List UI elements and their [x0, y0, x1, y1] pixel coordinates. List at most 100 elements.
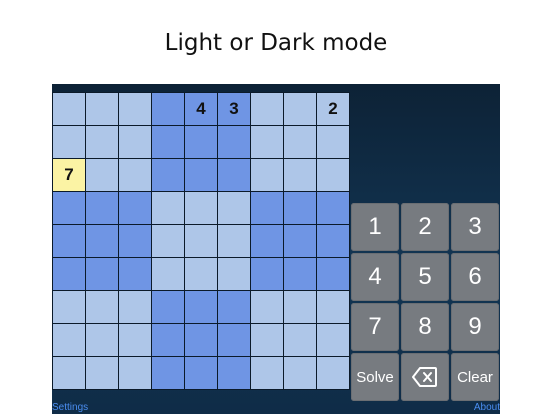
- board-cell[interactable]: [86, 192, 118, 224]
- board-cell[interactable]: [53, 357, 85, 389]
- board-cell[interactable]: [317, 192, 349, 224]
- board-cell[interactable]: [119, 291, 151, 323]
- board-cell[interactable]: [53, 192, 85, 224]
- board-cell[interactable]: [53, 291, 85, 323]
- board-cell[interactable]: [86, 126, 118, 158]
- board-cell[interactable]: [185, 258, 217, 290]
- key-3[interactable]: 3: [451, 203, 499, 251]
- board-cell[interactable]: [284, 159, 316, 191]
- board-cell[interactable]: [218, 291, 250, 323]
- key-6[interactable]: 6: [451, 253, 499, 301]
- board-cell[interactable]: [251, 291, 283, 323]
- solve-button[interactable]: Solve: [351, 353, 399, 401]
- board-cell[interactable]: [218, 324, 250, 356]
- board-cell[interactable]: [152, 225, 184, 257]
- board-cell[interactable]: [317, 258, 349, 290]
- board-cell[interactable]: [317, 126, 349, 158]
- board-cell[interactable]: [119, 357, 151, 389]
- board-cell[interactable]: [218, 126, 250, 158]
- board-cell[interactable]: [284, 126, 316, 158]
- board-cell[interactable]: [86, 291, 118, 323]
- board-cell[interactable]: [119, 126, 151, 158]
- board-cell[interactable]: [152, 93, 184, 125]
- board-cell[interactable]: [185, 357, 217, 389]
- board-cell[interactable]: 4: [185, 93, 217, 125]
- board-cell[interactable]: [86, 324, 118, 356]
- board-cell[interactable]: 2: [317, 93, 349, 125]
- board-cell[interactable]: [251, 225, 283, 257]
- board-cell[interactable]: [284, 357, 316, 389]
- board-cell[interactable]: [86, 93, 118, 125]
- board-cell[interactable]: [185, 225, 217, 257]
- board-cell[interactable]: [185, 324, 217, 356]
- board-cell[interactable]: [152, 159, 184, 191]
- key-8[interactable]: 8: [401, 303, 449, 351]
- board-cell[interactable]: [251, 126, 283, 158]
- clear-button[interactable]: Clear: [451, 353, 499, 401]
- board-cell[interactable]: [53, 324, 85, 356]
- board-cell[interactable]: [317, 324, 349, 356]
- board-cell[interactable]: [218, 225, 250, 257]
- sudoku-app: 4327 1 2 3 4 5 6 7 8 9 Solve Clear Setti…: [52, 84, 500, 414]
- board-cell[interactable]: [284, 291, 316, 323]
- board-cell[interactable]: [152, 192, 184, 224]
- delete-button[interactable]: [401, 353, 449, 401]
- board-cell[interactable]: [251, 357, 283, 389]
- board-cell[interactable]: [119, 258, 151, 290]
- board-cell[interactable]: [284, 192, 316, 224]
- board-cell[interactable]: [152, 126, 184, 158]
- board-cell[interactable]: [218, 258, 250, 290]
- key-7[interactable]: 7: [351, 303, 399, 351]
- key-5[interactable]: 5: [401, 253, 449, 301]
- board-cell[interactable]: [251, 93, 283, 125]
- page-headline: Light or Dark mode: [164, 30, 388, 56]
- key-1[interactable]: 1: [351, 203, 399, 251]
- board-cell[interactable]: [218, 159, 250, 191]
- board-cell[interactable]: [218, 192, 250, 224]
- key-2[interactable]: 2: [401, 203, 449, 251]
- board-cell[interactable]: [185, 192, 217, 224]
- board-cell[interactable]: [86, 357, 118, 389]
- board-cell[interactable]: [86, 258, 118, 290]
- board-cell[interactable]: [119, 324, 151, 356]
- board-cell[interactable]: [317, 159, 349, 191]
- board-cell[interactable]: [284, 258, 316, 290]
- board-cell[interactable]: [185, 159, 217, 191]
- board-cell[interactable]: [317, 357, 349, 389]
- board-cell[interactable]: [86, 159, 118, 191]
- board-cell[interactable]: [284, 225, 316, 257]
- board-cell[interactable]: [251, 159, 283, 191]
- sudoku-board: 43 2 7: [52, 92, 350, 390]
- board-cell[interactable]: [185, 291, 217, 323]
- board-cell[interactable]: [119, 159, 151, 191]
- board-cell[interactable]: [86, 225, 118, 257]
- board-cell[interactable]: 3: [218, 93, 250, 125]
- board-cell[interactable]: [284, 324, 316, 356]
- key-4[interactable]: 4: [351, 253, 399, 301]
- board-cell[interactable]: [185, 126, 217, 158]
- board-cell[interactable]: [152, 357, 184, 389]
- board-cell[interactable]: [53, 93, 85, 125]
- board-cell[interactable]: 7: [53, 159, 85, 191]
- board-cell[interactable]: [317, 291, 349, 323]
- board-cell[interactable]: [53, 225, 85, 257]
- board-cell[interactable]: [119, 225, 151, 257]
- board-cell[interactable]: [119, 93, 151, 125]
- board-cell[interactable]: [152, 291, 184, 323]
- board-cell[interactable]: [53, 258, 85, 290]
- board-cell[interactable]: [119, 192, 151, 224]
- board-cell[interactable]: [53, 126, 85, 158]
- number-keypad: 1 2 3 4 5 6 7 8 9 Solve Clear: [351, 203, 499, 401]
- board-cell[interactable]: [152, 324, 184, 356]
- board-cell[interactable]: [317, 225, 349, 257]
- settings-link[interactable]: Settings: [52, 402, 88, 413]
- backspace-icon: [412, 367, 437, 387]
- board-cell[interactable]: [251, 324, 283, 356]
- board-cell[interactable]: [284, 93, 316, 125]
- key-9[interactable]: 9: [451, 303, 499, 351]
- board-cell[interactable]: [251, 192, 283, 224]
- board-cell[interactable]: [218, 357, 250, 389]
- board-cell[interactable]: [152, 258, 184, 290]
- about-link[interactable]: About: [474, 402, 500, 413]
- board-cell[interactable]: [251, 258, 283, 290]
